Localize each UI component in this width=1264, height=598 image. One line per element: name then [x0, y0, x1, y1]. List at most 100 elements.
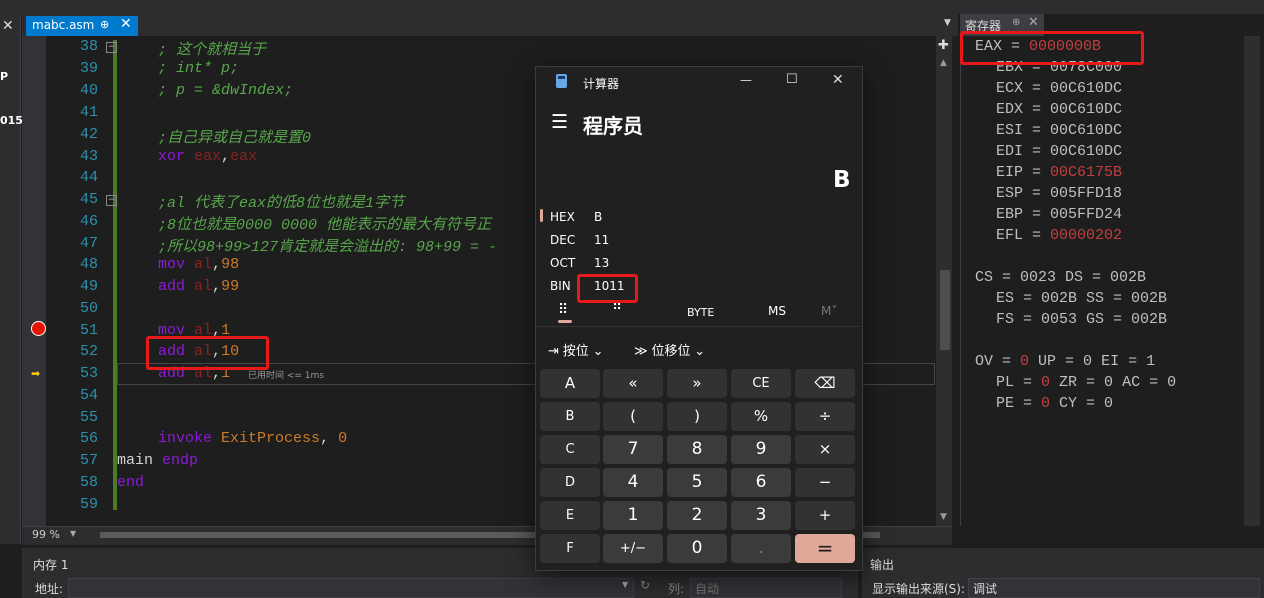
breakpoint-icon[interactable] — [31, 321, 46, 336]
hamburger-menu-icon[interactable]: ☰ — [551, 111, 568, 133]
maximize-button[interactable]: ☐ — [786, 72, 798, 87]
output-source-select[interactable]: 调试 — [968, 578, 1260, 598]
key-close-paren[interactable]: ) — [667, 402, 727, 431]
sidebar-glyph-015: 015 — [0, 114, 23, 127]
zoom-dropdown-icon[interactable]: ▼ — [70, 529, 76, 538]
key-rotate-right[interactable]: » — [667, 369, 727, 398]
register-name: ECX — [996, 80, 1024, 97]
register-name: EDI — [996, 143, 1024, 160]
key-subtract[interactable]: − — [795, 468, 855, 497]
line-number: 45 — [79, 191, 98, 208]
key-modulo[interactable]: % — [731, 402, 791, 431]
split-icon[interactable]: ✚ — [938, 38, 949, 53]
tab-dropdown-icon[interactable]: ▼ — [944, 18, 951, 28]
radix-label: HEX — [550, 210, 575, 224]
flag-value: 0 — [1083, 353, 1093, 370]
full-keypad-icon[interactable]: ⠿ — [558, 302, 568, 318]
key-decimal[interactable]: . — [731, 534, 791, 563]
bitwise-icon: ⇥ — [548, 344, 559, 359]
key-1[interactable]: 1 — [603, 501, 663, 530]
editor-scroll-thumb[interactable] — [940, 270, 950, 350]
key-divide[interactable]: ÷ — [795, 402, 855, 431]
key-2[interactable]: 2 — [667, 501, 727, 530]
key-rotate-left[interactable]: « — [603, 369, 663, 398]
key-5[interactable]: 5 — [667, 468, 727, 497]
segment-es-ss: ES = 002B SS = 002B — [996, 290, 1168, 307]
key-negate[interactable]: +/− — [603, 534, 663, 563]
calculator-mode-title: 程序员 — [583, 114, 643, 138]
line-number: 52 — [79, 343, 98, 360]
keypad-selected-indicator — [558, 320, 572, 323]
register-name: EFL — [996, 227, 1024, 244]
scroll-down-icon[interactable]: ▼ — [940, 512, 947, 522]
output-panel-title: 输出 — [870, 558, 895, 572]
code-line-46: ;8位也就是0000 0000 他能表示的最大有符号正 — [158, 213, 491, 234]
address-dropdown-icon[interactable]: ▼ — [622, 580, 628, 589]
word-size-button[interactable]: BYTE — [687, 306, 714, 319]
register-value: 00C610DC — [1050, 143, 1123, 160]
highlight-box-eax — [960, 31, 1144, 65]
key-4[interactable]: 4 — [603, 468, 663, 497]
bitshift-label: 位移位 — [651, 344, 691, 359]
key-hex-f[interactable]: F — [540, 534, 600, 563]
bitwise-menu[interactable]: ⇥ 按位 ⌄ — [548, 340, 603, 359]
refresh-icon[interactable]: ↻ — [640, 578, 650, 592]
flags-ov-up-ei: OV = 0 UP = 0 EI = 1 — [975, 353, 1156, 370]
close-icon[interactable]: ✕ — [120, 16, 132, 32]
address-label: 地址: — [35, 582, 64, 596]
line-number: 59 — [79, 496, 98, 513]
close-button[interactable]: ✕ — [832, 72, 844, 88]
operand: 98 — [221, 256, 240, 273]
key-7[interactable]: 7 — [603, 435, 663, 464]
registers-scrollbar[interactable] — [1244, 36, 1260, 526]
code-line-58: end — [117, 474, 144, 491]
key-3[interactable]: 3 — [731, 501, 791, 530]
segment-cs-ds: CS = 0023 DS = 002B — [975, 269, 1147, 286]
register-name: EBP — [996, 206, 1024, 223]
close-icon[interactable]: ✕ — [1028, 15, 1039, 30]
key-9[interactable]: 9 — [731, 435, 791, 464]
minimize-button[interactable]: — — [740, 73, 752, 87]
pin-icon[interactable]: ⊕ — [1012, 17, 1020, 28]
memory-store-button[interactable]: MS — [768, 304, 786, 318]
key-backspace[interactable]: ⌫ — [795, 369, 855, 398]
key-hex-d[interactable]: D — [540, 468, 600, 497]
left-panel-close-icon[interactable]: ✕ — [2, 18, 14, 34]
key-6[interactable]: 6 — [731, 468, 791, 497]
toolbar-divider — [536, 326, 860, 327]
calculator-title: 计算器 — [583, 77, 620, 91]
key-hex-c[interactable]: C — [540, 435, 600, 464]
breakpoint-gutter[interactable] — [22, 36, 46, 526]
line-number: 57 — [79, 452, 98, 469]
key-0[interactable]: 0 — [667, 534, 727, 563]
key-8[interactable]: 8 — [667, 435, 727, 464]
flag-value: 0 — [1104, 374, 1114, 391]
left-sidebar: P 015 — [0, 14, 23, 544]
key-equals[interactable]: = — [795, 534, 855, 563]
column-select[interactable]: 自动 — [690, 578, 842, 598]
pin-icon[interactable]: ⊕ — [100, 18, 109, 31]
zoom-level[interactable]: 99 % — [32, 528, 60, 541]
key-hex-a[interactable]: A — [540, 369, 600, 398]
key-add[interactable]: + — [795, 501, 855, 530]
column-label: 列: — [668, 582, 685, 596]
scroll-up-icon[interactable]: ▲ — [940, 58, 947, 68]
key-hex-e[interactable]: E — [540, 501, 600, 530]
collapse-icon[interactable]: − — [106, 42, 117, 53]
key-multiply[interactable]: × — [795, 435, 855, 464]
collapse-icon[interactable]: − — [106, 195, 117, 206]
key-clear-entry[interactable]: CE — [731, 369, 791, 398]
bitshift-menu[interactable]: ≫ 位移位 ⌄ — [634, 340, 705, 359]
comment: ; 这个就相当于 — [158, 42, 267, 59]
address-input[interactable] — [68, 578, 634, 598]
key-open-paren[interactable]: ( — [603, 402, 663, 431]
line-number: 42 — [79, 126, 98, 143]
line-number: 43 — [79, 148, 98, 165]
code-line-39: ; int* p; — [158, 60, 239, 77]
tab-mabc-asm[interactable]: mabc.asm ⊕ ✕ — [26, 16, 138, 36]
memory-list-button[interactable]: M˅ — [821, 304, 837, 318]
bit-toggle-keypad-icon[interactable]: ⠛ — [612, 302, 622, 318]
tab-title: mabc.asm — [32, 18, 95, 32]
key-hex-b[interactable]: B — [540, 402, 600, 431]
register-edi: EDI = 00C610DC — [996, 143, 1123, 160]
